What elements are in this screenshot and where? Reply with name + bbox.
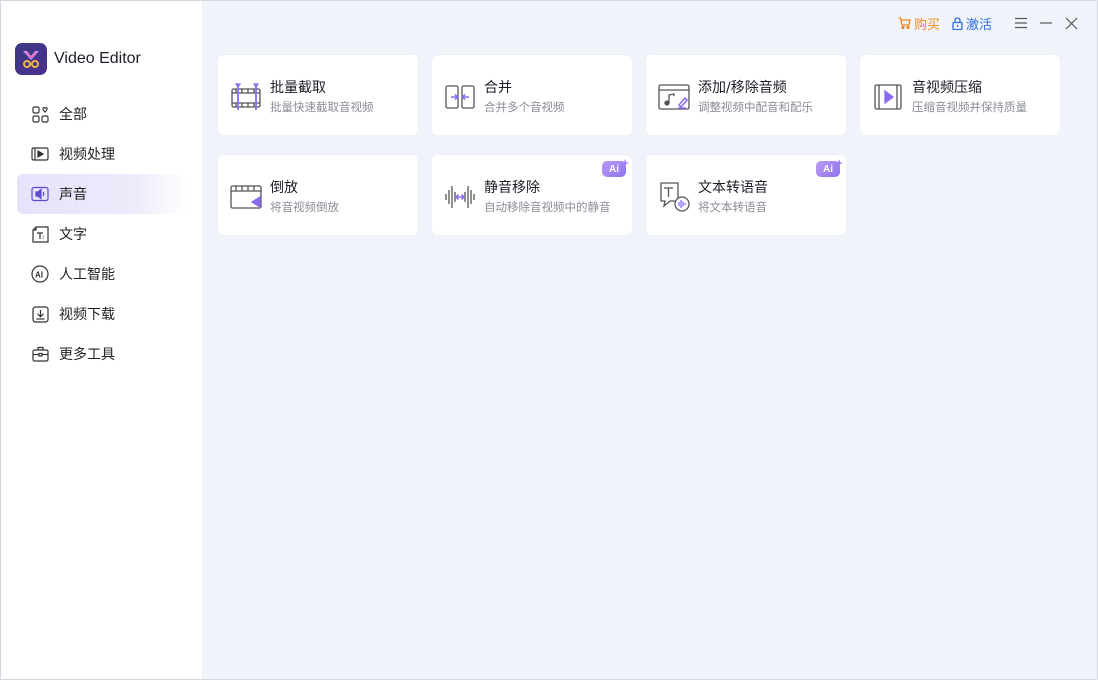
tool-card-compress[interactable]: 音视频压缩 压缩音视频并保持质量 — [860, 55, 1060, 135]
svg-text:i: i — [42, 235, 43, 241]
close-button[interactable] — [1061, 13, 1081, 33]
batch-trim-icon — [230, 81, 262, 113]
activate-label: 激活 — [965, 17, 992, 33]
ai-icon: AI — [31, 265, 49, 283]
minimize-button[interactable] — [1036, 13, 1056, 33]
tool-card-add-remove-audio[interactable]: 添加/移除音频 调整视频中配音和配乐 — [646, 55, 846, 135]
title-bar-actions: 购买 激活 — [898, 13, 1081, 33]
sidebar-item-text[interactable]: i 文字 — [17, 214, 187, 254]
compress-icon — [872, 81, 904, 113]
text-icon: i — [31, 225, 49, 243]
grid-icon — [31, 105, 49, 123]
sidebar-item-label: 人工智能 — [59, 267, 115, 283]
close-icon — [1065, 17, 1077, 29]
tool-card-batch-trim[interactable]: 批量截取 批量快速截取音视频 — [218, 55, 418, 135]
app-logo-icon — [15, 43, 47, 75]
app-name: Video Editor — [54, 50, 141, 67]
brand: Video Editor — [15, 43, 141, 75]
buy-label: 购买 — [913, 17, 940, 33]
silence-remove-icon — [444, 181, 476, 213]
reverse-icon — [230, 181, 262, 213]
tool-card-merge[interactable]: 合并 合并多个音视频 — [432, 55, 632, 135]
card-title: 音视频压缩 — [912, 80, 982, 96]
merge-icon — [444, 81, 476, 113]
card-description: 合并多个音视频 — [484, 100, 565, 114]
lock-icon — [952, 16, 963, 30]
audio-icon — [31, 185, 49, 203]
buy-button[interactable]: 购买 — [898, 14, 940, 33]
sidebar-item-label: 视频处理 — [59, 147, 115, 163]
sidebar-nav: 全部 视频处理 声音 i 文字 AI 人工智能 视频下载 更多工具 — [17, 94, 187, 374]
card-title: 合并 — [484, 80, 512, 96]
tool-card-text-to-speech[interactable]: 文本转语音 将文本转语音 Ai — [646, 155, 846, 235]
app-window: Video Editor 全部 视频处理 声音 i 文字 AI 人工智能 视频下… — [0, 0, 1098, 680]
download-icon — [31, 305, 49, 323]
card-title: 添加/移除音频 — [698, 80, 787, 96]
card-description: 压缩音视频并保持质量 — [912, 100, 1027, 114]
card-description: 将音视频倒放 — [270, 200, 339, 214]
card-title: 倒放 — [270, 180, 298, 196]
sidebar-item-more-tools[interactable]: 更多工具 — [17, 334, 187, 374]
sidebar-item-all[interactable]: 全部 — [17, 94, 187, 134]
sidebar-item-label: 声音 — [59, 187, 87, 203]
sidebar-item-audio[interactable]: 声音 — [17, 174, 187, 214]
menu-button[interactable] — [1011, 13, 1031, 33]
sidebar-item-video-processing[interactable]: 视频处理 — [17, 134, 187, 174]
sidebar-item-label: 全部 — [59, 107, 87, 123]
card-description: 自动移除音视频中的静音 — [484, 200, 611, 214]
sidebar-item-label: 更多工具 — [59, 347, 115, 363]
card-title: 静音移除 — [484, 180, 540, 196]
tool-card-silence-remove[interactable]: 静音移除 自动移除音视频中的静音 Ai — [432, 155, 632, 235]
sidebar-item-label: 文字 — [59, 227, 87, 243]
card-title: 批量截取 — [270, 80, 326, 96]
cart-icon — [898, 17, 911, 29]
add-remove-audio-icon — [658, 81, 690, 113]
card-description: 将文本转语音 — [698, 200, 767, 214]
sparkle-icon — [621, 159, 629, 167]
card-description: 批量快速截取音视频 — [270, 100, 374, 114]
sidebar-item-ai[interactable]: AI 人工智能 — [17, 254, 187, 294]
sidebar: Video Editor 全部 视频处理 声音 i 文字 AI 人工智能 视频下… — [1, 1, 202, 679]
svg-text:AI: AI — [35, 271, 43, 280]
sidebar-item-label: 视频下载 — [59, 307, 115, 323]
card-description: 调整视频中配音和配乐 — [698, 100, 813, 114]
text-to-speech-icon — [658, 181, 690, 213]
sparkle-icon — [835, 159, 843, 167]
toolbox-icon — [31, 345, 49, 363]
minimize-icon — [1040, 22, 1052, 24]
video-play-icon — [31, 145, 49, 163]
tool-card-reverse[interactable]: 倒放 将音视频倒放 — [218, 155, 418, 235]
hamburger-menu-icon — [1015, 17, 1027, 29]
card-title: 文本转语音 — [698, 180, 768, 196]
sidebar-item-video-download[interactable]: 视频下载 — [17, 294, 187, 334]
activate-button[interactable]: 激活 — [952, 14, 992, 33]
